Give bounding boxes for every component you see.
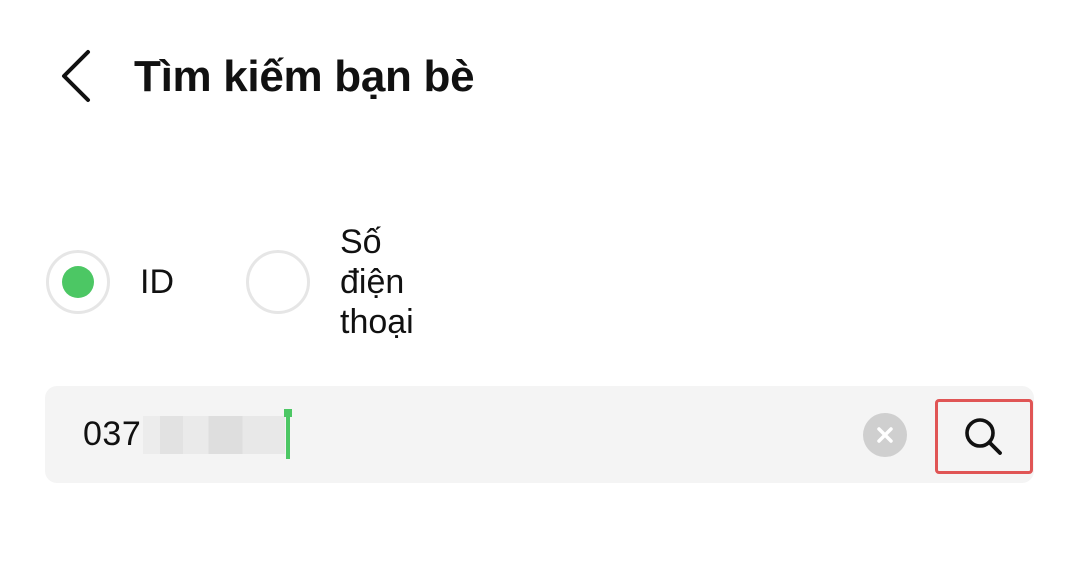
back-button[interactable] xyxy=(48,44,104,108)
search-bar: 037 xyxy=(45,386,1034,483)
radio-option-id[interactable]: ID xyxy=(46,250,174,314)
clear-icon xyxy=(877,427,893,443)
clear-button[interactable] xyxy=(863,413,907,457)
radio-label-phone: Số điện thoại xyxy=(340,223,414,341)
radio-button-id[interactable] xyxy=(46,250,110,314)
page-title: Tìm kiếm bạn bè xyxy=(134,52,475,101)
find-friends-screen: Tìm kiếm bạn bè ID Số điện thoại 037 xyxy=(0,0,1079,571)
search-input[interactable]: 037 xyxy=(83,386,293,483)
radio-selected-dot xyxy=(62,266,94,298)
masked-digits xyxy=(143,415,286,454)
search-input-value: 037 xyxy=(83,415,142,453)
chevron-left-icon xyxy=(62,50,90,102)
radio-button-phone[interactable] xyxy=(246,250,310,314)
search-icon xyxy=(965,417,1002,455)
search-button[interactable] xyxy=(935,399,1033,474)
text-caret xyxy=(284,408,293,459)
radio-option-phone[interactable]: Số điện thoại xyxy=(246,223,414,341)
radio-label-id: ID xyxy=(140,263,174,301)
